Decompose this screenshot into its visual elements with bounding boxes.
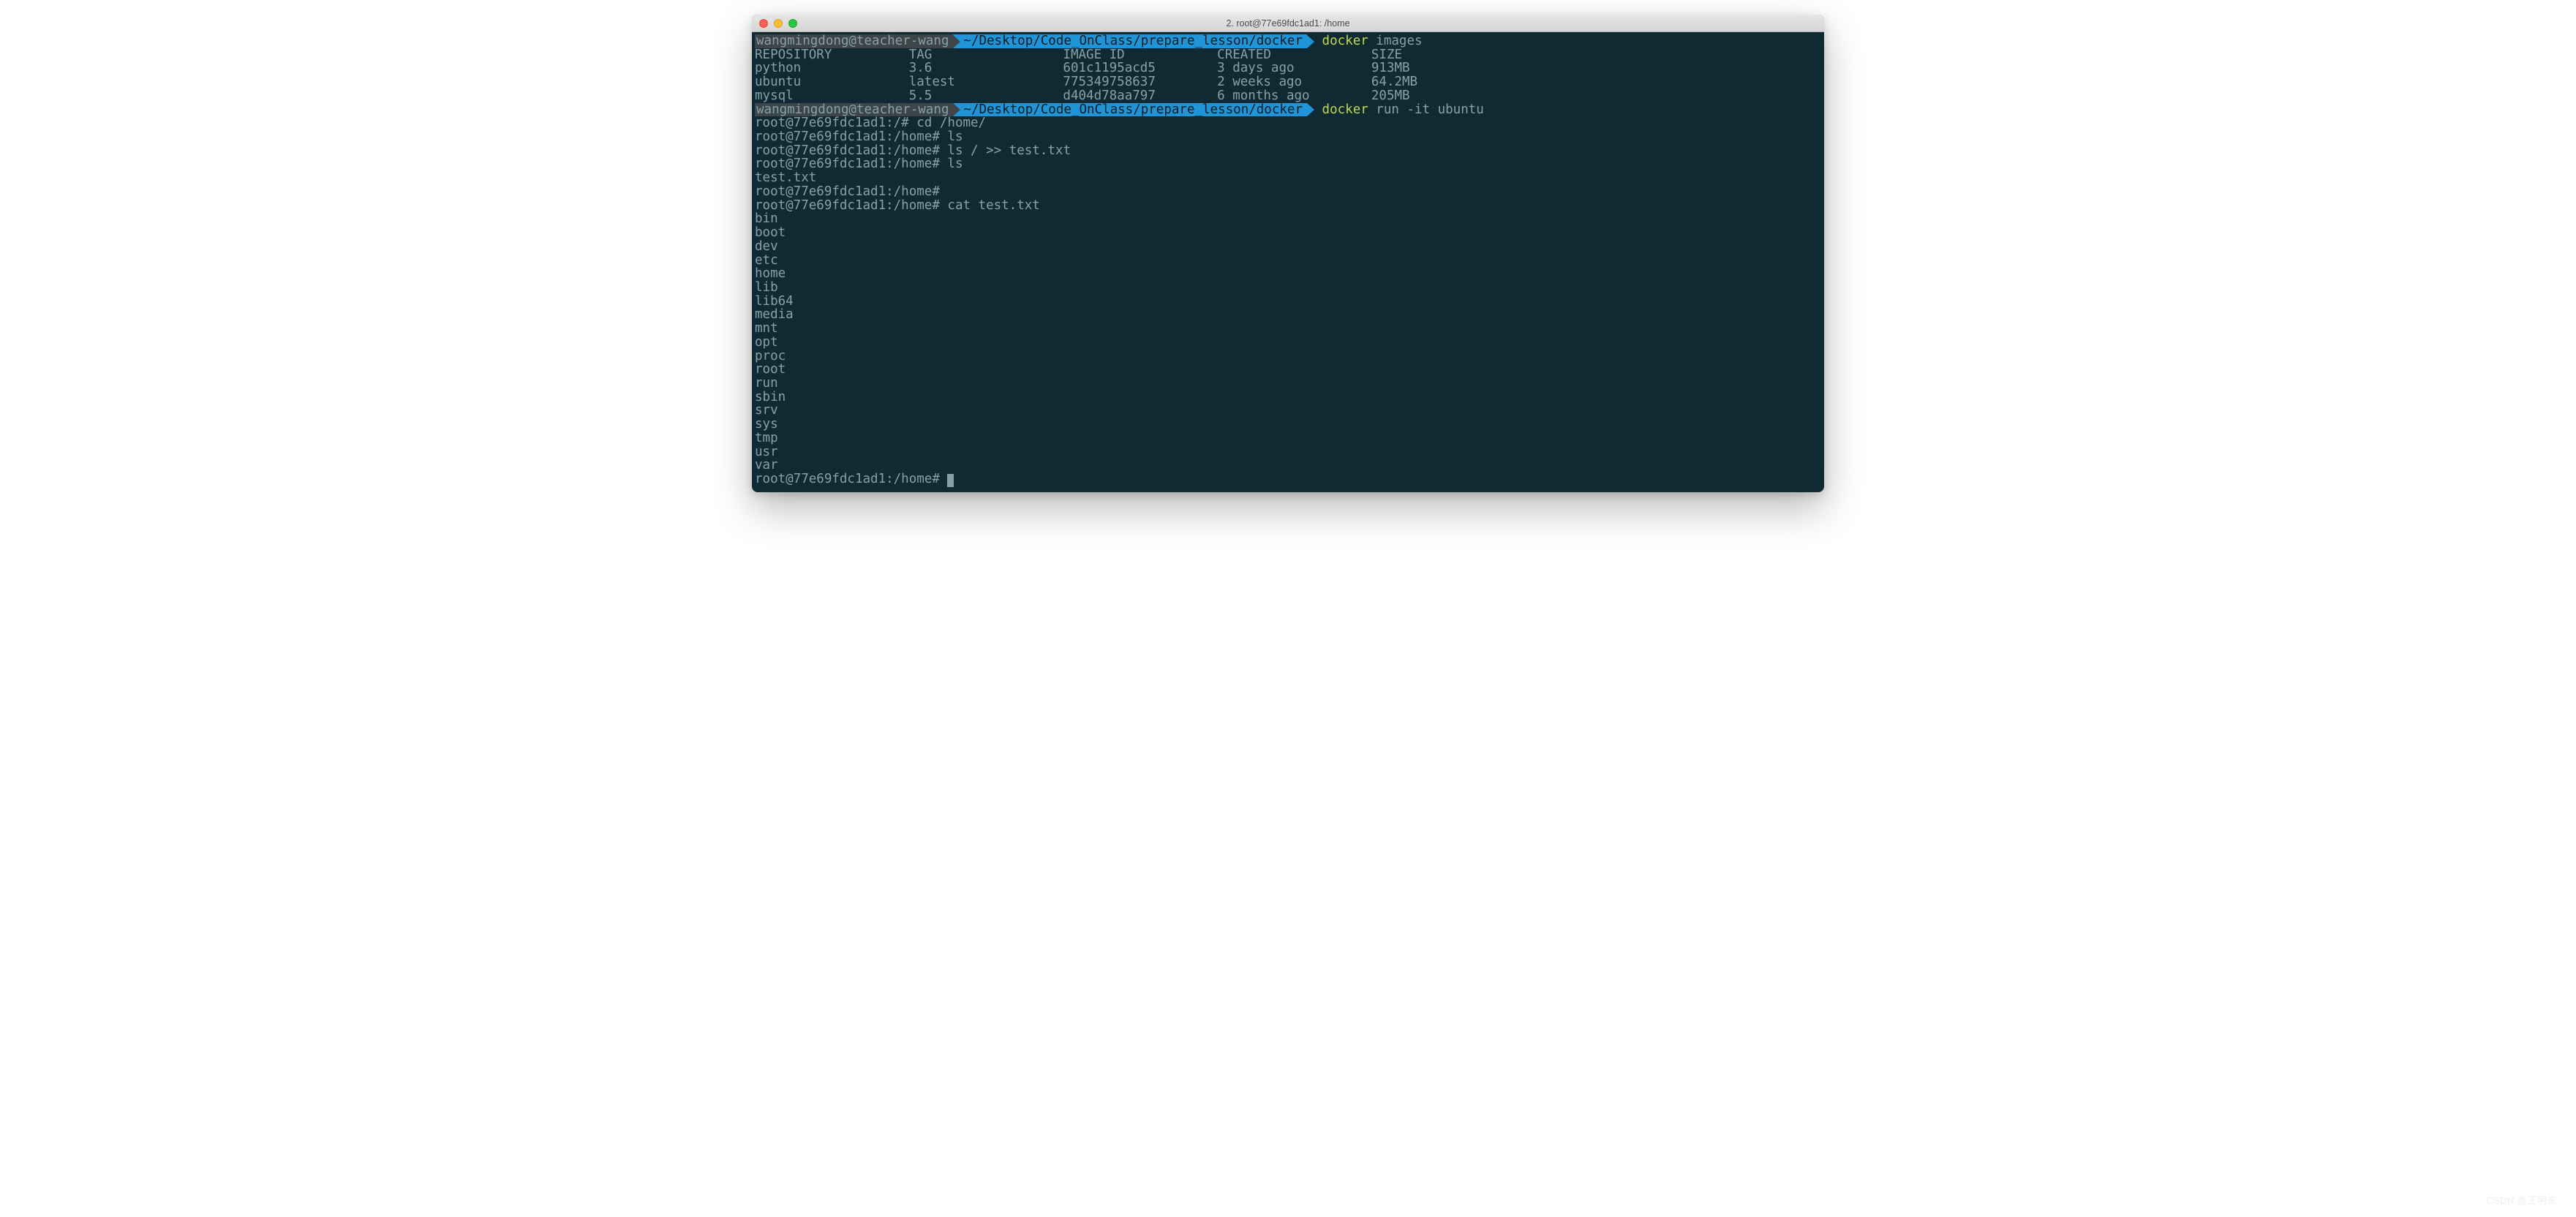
shell-output: var xyxy=(755,459,1821,472)
shell-output: usr xyxy=(755,445,1821,459)
shell-command: cat test.txt xyxy=(947,198,1039,213)
shell-command: cd /home/ xyxy=(916,116,986,130)
shell-output: dev xyxy=(755,240,1821,254)
shell-output: test.txt xyxy=(755,171,1821,185)
prompt-path: ~/Desktop/Code_OnClass/prepare_lesson/do… xyxy=(953,103,1307,117)
shell-output: bin xyxy=(755,212,1821,226)
shell-output: opt xyxy=(755,336,1821,350)
cursor-icon xyxy=(947,474,954,487)
prompt-user: wangmingdong@teacher-wang xyxy=(755,34,953,48)
shell-command: ls xyxy=(947,129,963,144)
shell-output: boot xyxy=(755,226,1821,240)
shell-output: lib xyxy=(755,281,1821,295)
watermark: CSDN @王明东 xyxy=(2486,1193,2557,1207)
chevron-right-icon xyxy=(1307,103,1314,116)
shell-line: root@77e69fdc1ad1:/home# ls xyxy=(755,157,1821,171)
shell-line: root@77e69fdc1ad1:/# cd /home/ xyxy=(755,116,1821,130)
shell-prompt: root@77e69fdc1ad1:/home# xyxy=(755,157,947,171)
chevron-right-icon xyxy=(953,35,960,48)
shell-output: lib64 xyxy=(755,295,1821,309)
traffic-lights xyxy=(759,19,797,28)
shell-prompt: root@77e69fdc1ad1:/home# xyxy=(755,472,947,486)
terminal-window: 2. root@77e69fdc1ad1: /home wangmingdong… xyxy=(752,15,1824,492)
shell-output: sys xyxy=(755,418,1821,432)
table-row: ubuntu latest 775349758637 2 weeks ago 6… xyxy=(755,75,1821,89)
chevron-right-icon xyxy=(953,103,960,116)
docker-images-table: REPOSITORY TAG IMAGE ID CREATED SIZEpyth… xyxy=(755,48,1821,103)
maximize-icon[interactable] xyxy=(788,19,797,28)
command-args: images xyxy=(1368,34,1423,48)
prompt-user: wangmingdong@teacher-wang xyxy=(755,103,953,117)
shell-output: run xyxy=(755,377,1821,391)
command-name: docker xyxy=(1322,34,1368,48)
window-title: 2. root@77e69fdc1ad1: /home xyxy=(752,18,1824,29)
terminal-body[interactable]: wangmingdong@teacher-wang~/Desktop/Code_… xyxy=(752,32,1824,492)
table-row: python 3.6 601c1195acd5 3 days ago 913MB xyxy=(755,61,1821,75)
shell-output: media xyxy=(755,308,1821,322)
table-row: mysql 5.5 d404d78aa797 6 months ago 205M… xyxy=(755,89,1821,103)
shell-prompt: root@77e69fdc1ad1:/home# xyxy=(755,143,947,158)
prompt-line: wangmingdong@teacher-wang~/Desktop/Code_… xyxy=(755,34,1821,48)
minimize-icon[interactable] xyxy=(774,19,783,28)
shell-line: root@77e69fdc1ad1:/home# xyxy=(755,472,1821,486)
shell-output: sbin xyxy=(755,391,1821,404)
shell-prompt: root@77e69fdc1ad1:/home# xyxy=(755,129,947,144)
table-header: REPOSITORY TAG IMAGE ID CREATED SIZE xyxy=(755,48,1821,62)
shell-output: tmp xyxy=(755,432,1821,445)
shell-line: root@77e69fdc1ad1:/home# ls xyxy=(755,130,1821,144)
prompt-path: ~/Desktop/Code_OnClass/prepare_lesson/do… xyxy=(953,34,1307,48)
shell-output: home xyxy=(755,267,1821,281)
command-args: run -it ubuntu xyxy=(1368,102,1484,117)
shell-command: ls / >> test.txt xyxy=(947,143,1071,158)
shell-line: root@77e69fdc1ad1:/home# ls / >> test.tx… xyxy=(755,144,1821,158)
shell-line: root@77e69fdc1ad1:/home# xyxy=(755,185,1821,199)
shell-prompt: root@77e69fdc1ad1:/home# xyxy=(755,198,947,213)
shell-output: mnt xyxy=(755,322,1821,336)
titlebar[interactable]: 2. root@77e69fdc1ad1: /home xyxy=(752,15,1824,32)
shell-output: proc xyxy=(755,350,1821,363)
shell-output: root xyxy=(755,363,1821,377)
prompt-line: wangmingdong@teacher-wang~/Desktop/Code_… xyxy=(755,103,1821,117)
shell-command: ls xyxy=(947,157,963,171)
shell-line: root@77e69fdc1ad1:/home# cat test.txt xyxy=(755,199,1821,213)
close-icon[interactable] xyxy=(759,19,768,28)
shell-output: etc xyxy=(755,254,1821,268)
command-name: docker xyxy=(1322,102,1368,117)
chevron-right-icon xyxy=(1307,35,1314,48)
cat-output: binbootdevetchomeliblib64mediamntoptproc… xyxy=(755,212,1821,472)
shell-prompt: root@77e69fdc1ad1:/# xyxy=(755,116,916,130)
shell-output: srv xyxy=(755,404,1821,418)
